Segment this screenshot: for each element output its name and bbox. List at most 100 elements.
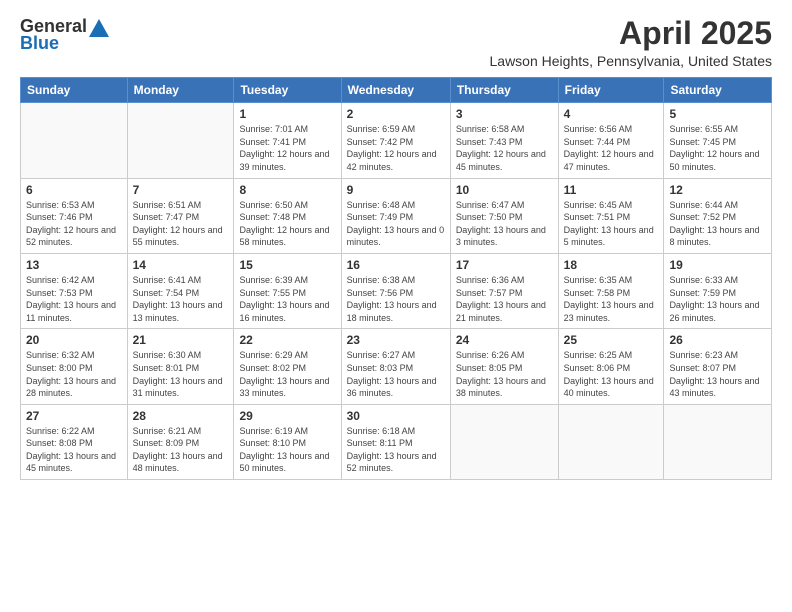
day-info: Sunrise: 6:55 AMSunset: 7:45 PMDaylight:…: [669, 123, 766, 173]
table-row: 4 Sunrise: 6:56 AMSunset: 7:44 PMDaylight…: [558, 103, 664, 178]
day-number: 23: [347, 333, 445, 347]
table-row: 12 Sunrise: 6:44 AMSunset: 7:52 PMDayligh…: [664, 178, 772, 253]
day-info: Sunrise: 6:26 AMSunset: 8:05 PMDaylight:…: [456, 349, 553, 399]
table-row: [450, 404, 558, 479]
month-title: April 2025: [490, 16, 773, 51]
day-number: 14: [133, 258, 229, 272]
day-number: 8: [239, 183, 335, 197]
table-row: 22 Sunrise: 6:29 AMSunset: 8:02 PMDayligh…: [234, 329, 341, 404]
table-row: 24 Sunrise: 6:26 AMSunset: 8:05 PMDayligh…: [450, 329, 558, 404]
day-number: 5: [669, 107, 766, 121]
day-info: Sunrise: 6:44 AMSunset: 7:52 PMDaylight:…: [669, 199, 766, 249]
col-friday: Friday: [558, 78, 664, 103]
table-row: 14 Sunrise: 6:41 AMSunset: 7:54 PMDayligh…: [127, 253, 234, 328]
table-row: 19 Sunrise: 6:33 AMSunset: 7:59 PMDayligh…: [664, 253, 772, 328]
day-number: 3: [456, 107, 553, 121]
col-wednesday: Wednesday: [341, 78, 450, 103]
table-row: 9 Sunrise: 6:48 AMSunset: 7:49 PMDaylight…: [341, 178, 450, 253]
logo: General Blue: [20, 16, 109, 54]
day-number: 29: [239, 409, 335, 423]
day-info: Sunrise: 6:35 AMSunset: 7:58 PMDaylight:…: [564, 274, 659, 324]
title-section: April 2025 Lawson Heights, Pennsylvania,…: [490, 16, 773, 69]
table-row: 15 Sunrise: 6:39 AMSunset: 7:55 PMDayligh…: [234, 253, 341, 328]
day-info: Sunrise: 6:42 AMSunset: 7:53 PMDaylight:…: [26, 274, 122, 324]
calendar-week-row: 27Sunrise: 6:22 AMSunset: 8:08 PMDayligh…: [21, 404, 772, 479]
calendar-header-row: Sunday Monday Tuesday Wednesday Thursday…: [21, 78, 772, 103]
day-number: 12: [669, 183, 766, 197]
table-row: 27Sunrise: 6:22 AMSunset: 8:08 PMDayligh…: [21, 404, 128, 479]
calendar-week-row: 13 Sunrise: 6:42 AMSunset: 7:53 PMDayligh…: [21, 253, 772, 328]
table-row: [664, 404, 772, 479]
day-info: Sunrise: 6:18 AMSunset: 8:11 PMDaylight:…: [347, 425, 445, 475]
day-number: 11: [564, 183, 659, 197]
col-tuesday: Tuesday: [234, 78, 341, 103]
day-number: 26: [669, 333, 766, 347]
day-info: Sunrise: 6:41 AMSunset: 7:54 PMDaylight:…: [133, 274, 229, 324]
day-number: 30: [347, 409, 445, 423]
table-row: 8 Sunrise: 6:50 AMSunset: 7:48 PMDaylight…: [234, 178, 341, 253]
calendar-table: Sunday Monday Tuesday Wednesday Thursday…: [20, 77, 772, 480]
table-row: 20Sunrise: 6:32 AMSunset: 8:00 PMDayligh…: [21, 329, 128, 404]
table-row: 25 Sunrise: 6:25 AMSunset: 8:06 PMDayligh…: [558, 329, 664, 404]
table-row: 23 Sunrise: 6:27 AMSunset: 8:03 PMDayligh…: [341, 329, 450, 404]
day-number: 22: [239, 333, 335, 347]
day-info: Sunrise: 7:01 AMSunset: 7:41 PMDaylight:…: [239, 123, 335, 173]
table-row: 30 Sunrise: 6:18 AMSunset: 8:11 PMDayligh…: [341, 404, 450, 479]
day-info: Sunrise: 6:36 AMSunset: 7:57 PMDaylight:…: [456, 274, 553, 324]
day-info: Sunrise: 6:39 AMSunset: 7:55 PMDaylight:…: [239, 274, 335, 324]
table-row: [21, 103, 128, 178]
day-info: Sunrise: 6:33 AMSunset: 7:59 PMDaylight:…: [669, 274, 766, 324]
table-row: 21 Sunrise: 6:30 AMSunset: 8:01 PMDayligh…: [127, 329, 234, 404]
calendar-week-row: 6Sunrise: 6:53 AMSunset: 7:46 PMDaylight…: [21, 178, 772, 253]
day-number: 2: [347, 107, 445, 121]
day-number: 10: [456, 183, 553, 197]
day-info: Sunrise: 6:30 AMSunset: 8:01 PMDaylight:…: [133, 349, 229, 399]
col-sunday: Sunday: [21, 78, 128, 103]
col-monday: Monday: [127, 78, 234, 103]
day-info: Sunrise: 6:59 AMSunset: 7:42 PMDaylight:…: [347, 123, 445, 173]
day-info: Sunrise: 6:29 AMSunset: 8:02 PMDaylight:…: [239, 349, 335, 399]
col-saturday: Saturday: [664, 78, 772, 103]
day-number: 4: [564, 107, 659, 121]
day-number: 25: [564, 333, 659, 347]
table-row: [558, 404, 664, 479]
calendar-week-row: 20Sunrise: 6:32 AMSunset: 8:00 PMDayligh…: [21, 329, 772, 404]
page: General Blue April 2025 Lawson Heights, …: [0, 0, 792, 612]
calendar-week-row: 1Sunrise: 7:01 AMSunset: 7:41 PMDaylight…: [21, 103, 772, 178]
table-row: 26 Sunrise: 6:23 AMSunset: 8:07 PMDayligh…: [664, 329, 772, 404]
day-number: 18: [564, 258, 659, 272]
table-row: 13 Sunrise: 6:42 AMSunset: 7:53 PMDayligh…: [21, 253, 128, 328]
table-row: 11 Sunrise: 6:45 AMSunset: 7:51 PMDayligh…: [558, 178, 664, 253]
day-number: 13: [26, 258, 122, 272]
table-row: 6Sunrise: 6:53 AMSunset: 7:46 PMDaylight…: [21, 178, 128, 253]
day-info: Sunrise: 6:58 AMSunset: 7:43 PMDaylight:…: [456, 123, 553, 173]
logo-blue: Blue: [20, 33, 59, 54]
col-thursday: Thursday: [450, 78, 558, 103]
day-info: Sunrise: 6:50 AMSunset: 7:48 PMDaylight:…: [239, 199, 335, 249]
table-row: 17 Sunrise: 6:36 AMSunset: 7:57 PMDayligh…: [450, 253, 558, 328]
day-info: Sunrise: 6:48 AMSunset: 7:49 PMDaylight:…: [347, 199, 445, 249]
table-row: 1Sunrise: 7:01 AMSunset: 7:41 PMDaylight…: [234, 103, 341, 178]
table-row: 28Sunrise: 6:21 AMSunset: 8:09 PMDayligh…: [127, 404, 234, 479]
day-info: Sunrise: 6:56 AMSunset: 7:44 PMDaylight:…: [564, 123, 659, 173]
table-row: [127, 103, 234, 178]
table-row: 10Sunrise: 6:47 AMSunset: 7:50 PMDayligh…: [450, 178, 558, 253]
day-number: 24: [456, 333, 553, 347]
day-info: Sunrise: 6:53 AMSunset: 7:46 PMDaylight:…: [26, 199, 122, 249]
day-info: Sunrise: 6:27 AMSunset: 8:03 PMDaylight:…: [347, 349, 445, 399]
day-number: 9: [347, 183, 445, 197]
table-row: 18 Sunrise: 6:35 AMSunset: 7:58 PMDayligh…: [558, 253, 664, 328]
day-info: Sunrise: 6:25 AMSunset: 8:06 PMDaylight:…: [564, 349, 659, 399]
day-number: 15: [239, 258, 335, 272]
day-info: Sunrise: 6:23 AMSunset: 8:07 PMDaylight:…: [669, 349, 766, 399]
day-number: 17: [456, 258, 553, 272]
day-number: 19: [669, 258, 766, 272]
location: Lawson Heights, Pennsylvania, United Sta…: [490, 53, 773, 69]
day-info: Sunrise: 6:51 AMSunset: 7:47 PMDaylight:…: [133, 199, 229, 249]
day-number: 21: [133, 333, 229, 347]
day-number: 7: [133, 183, 229, 197]
header: General Blue April 2025 Lawson Heights, …: [20, 16, 772, 69]
day-number: 20: [26, 333, 122, 347]
day-info: Sunrise: 6:45 AMSunset: 7:51 PMDaylight:…: [564, 199, 659, 249]
day-number: 27: [26, 409, 122, 423]
